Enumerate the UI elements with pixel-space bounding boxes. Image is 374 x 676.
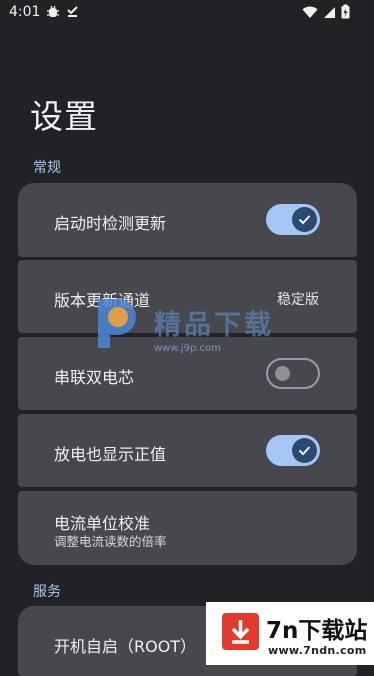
page-title: 设置 bbox=[30, 97, 98, 136]
setting-check-updates[interactable]: 启动时检测更新 bbox=[18, 183, 357, 257]
section-general-header: 常规 bbox=[33, 160, 61, 176]
site-badge: 7n下载站 www.7ndn.com bbox=[206, 602, 374, 665]
battery-charging-icon bbox=[341, 4, 350, 23]
setting-label: 放电也显示正值 bbox=[54, 445, 167, 464]
positive-discharge-toggle[interactable] bbox=[266, 435, 320, 466]
status-time: 4:01 bbox=[9, 4, 41, 20]
watermark-text: 精品下载 bbox=[154, 310, 274, 341]
download-arrow-icon bbox=[222, 613, 259, 650]
toggle-knob bbox=[292, 438, 317, 463]
check-icon bbox=[298, 215, 311, 225]
setting-positive-discharge[interactable]: 放电也显示正值 bbox=[18, 414, 357, 487]
setting-description: 调整电流读数的倍率 bbox=[54, 534, 167, 549]
wifi-icon bbox=[302, 4, 318, 23]
watermark-logo-icon bbox=[98, 299, 136, 348]
debug-icon bbox=[46, 5, 60, 22]
section-service-header: 服务 bbox=[33, 584, 61, 600]
signal-icon bbox=[323, 4, 336, 23]
setting-label: 串联双电芯 bbox=[54, 368, 135, 387]
download-done-icon bbox=[66, 5, 79, 21]
status-bar: 4:01 bbox=[0, 0, 374, 28]
toggle-knob bbox=[275, 366, 290, 381]
watermark: 精品下载 www.j9p.com bbox=[92, 295, 302, 365]
badge-url: www.7ndn.com bbox=[268, 644, 367, 657]
check-icon bbox=[298, 446, 311, 456]
watermark-url: www.j9p.com bbox=[154, 343, 221, 354]
setting-label: 启动时检测更新 bbox=[54, 214, 167, 233]
setting-current-unit[interactable]: 电流单位校准 调整电流读数的倍率 bbox=[18, 491, 357, 565]
check-updates-toggle[interactable] bbox=[266, 204, 320, 235]
badge-title: 7n下载站 bbox=[266, 618, 368, 644]
toggle-knob bbox=[292, 207, 317, 232]
setting-label: 开机自启（ROOT） bbox=[54, 637, 197, 656]
